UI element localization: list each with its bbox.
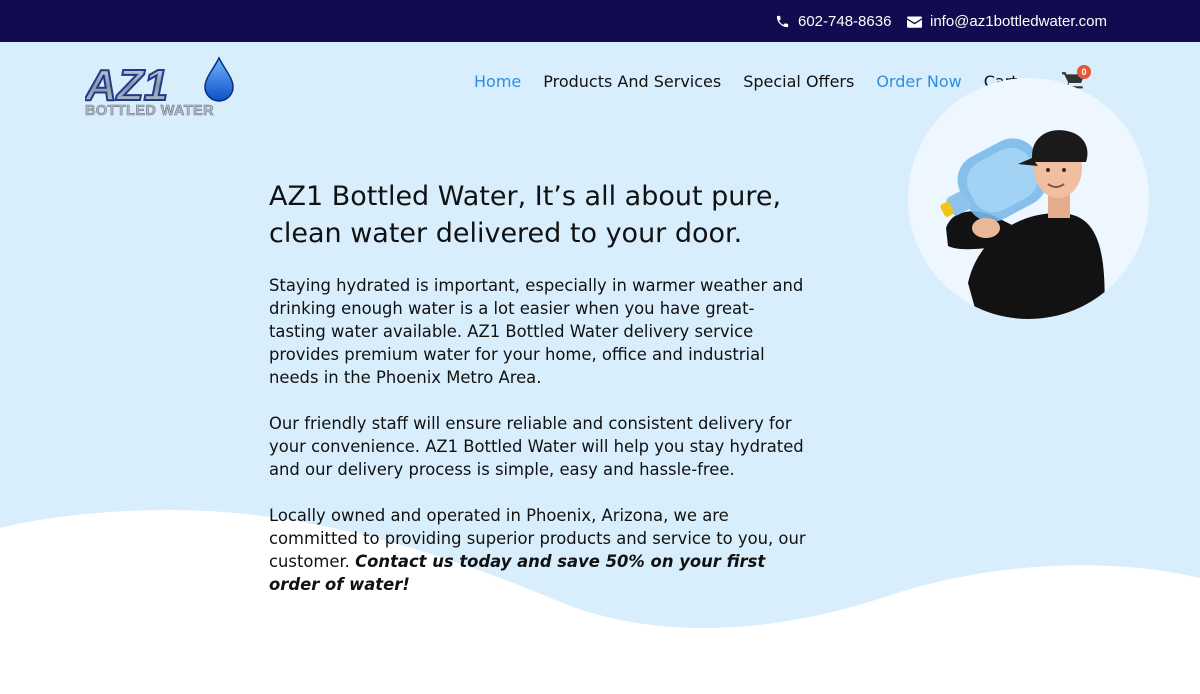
top-contact-bar: 602-748-8636 info@az1bottledwater.com: [0, 0, 1200, 42]
envelope-icon: [907, 15, 922, 28]
phone-icon: [775, 14, 790, 29]
local-paragraph: Locally owned and operated in Phoenix, A…: [269, 504, 809, 596]
nav-home[interactable]: Home: [474, 72, 521, 91]
phone-contact[interactable]: 602-748-8636: [775, 0, 891, 42]
nav-products-and-services[interactable]: Products And Services: [543, 72, 721, 91]
nav-special-offers[interactable]: Special Offers: [743, 72, 854, 91]
cart-count-badge: 0: [1077, 65, 1091, 79]
main-nav: Home Products And Services Special Offer…: [474, 72, 1040, 91]
main-content: AZ1 Bottled Water, It’s all about pure, …: [269, 178, 809, 619]
site-logo[interactable]: AZ1 BOTTLED WATER: [83, 56, 235, 119]
page-heading: AZ1 Bottled Water, It’s all about pure, …: [269, 181, 782, 249]
email-address[interactable]: info@az1bottledwater.com: [930, 13, 1107, 30]
phone-number[interactable]: 602-748-8636: [798, 13, 891, 30]
nav-order-now[interactable]: Order Now: [876, 72, 961, 91]
delivery-man-image: [908, 78, 1149, 319]
service-paragraph: Our friendly staff will ensure reliable …: [269, 414, 804, 479]
logo-subtitle: BOTTLED WATER: [85, 103, 214, 118]
intro-paragraph: Staying hydrated is important, especiall…: [269, 276, 804, 387]
email-contact[interactable]: info@az1bottledwater.com: [907, 0, 1107, 42]
